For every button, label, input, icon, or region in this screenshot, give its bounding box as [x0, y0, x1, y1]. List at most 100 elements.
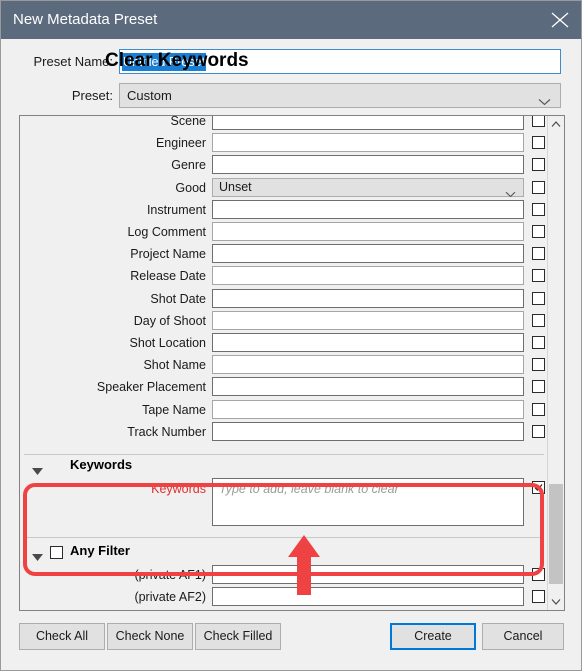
field-checkbox-good[interactable] [532, 180, 545, 194]
field-row-shot-name: Shot Name [20, 354, 548, 376]
metadata-field-list: Scene Engineer Genre Good Unset Instrument Log… [19, 115, 565, 611]
field-input-day-of-shoot[interactable] [212, 310, 524, 330]
check-all-button[interactable]: Check All [19, 623, 105, 650]
preset-row: Preset: Custom [1, 83, 581, 109]
any-filter-group-checkbox[interactable] [50, 546, 63, 559]
field-row-speaker-placement: Speaker Placement [20, 376, 548, 398]
field-row-project-name: Project Name [20, 243, 548, 265]
create-button[interactable]: Create [390, 623, 476, 650]
field-label-private-af1: (private AF1) [134, 568, 206, 582]
field-label-scene: Scene [170, 115, 206, 128]
field-input-project-name[interactable] [212, 244, 524, 264]
field-input-log-comment[interactable] [212, 222, 524, 241]
field-checkbox-day-of-shoot[interactable] [532, 313, 545, 327]
field-checkbox-shot-date[interactable] [532, 291, 545, 305]
field-checkbox-project-name[interactable] [532, 247, 545, 261]
field-row-engineer: Engineer [20, 132, 548, 154]
field-label-speaker-placement: Speaker Placement [96, 380, 206, 395]
check-none-button[interactable]: Check None [107, 623, 193, 650]
close-button[interactable] [537, 1, 581, 39]
field-row-tape-name: Tape Name [20, 399, 548, 421]
scroll-down-button[interactable] [548, 593, 564, 610]
field-checkbox-engineer[interactable] [532, 136, 545, 150]
field-label-release-date: Release Date [130, 269, 206, 284]
field-label-day-of-shoot: Day of Shoot [133, 313, 206, 328]
preset-dropdown[interactable]: Custom [119, 83, 561, 108]
scroll-up-button[interactable] [548, 116, 564, 133]
field-input-shot-name[interactable] [212, 355, 524, 375]
field-checkbox-shot-location[interactable] [532, 336, 545, 349]
field-row-track-number: Track Number [20, 421, 548, 443]
preset-name-row: Preset Name: Untitled Preset Clear Keywo… [1, 49, 581, 75]
field-checkbox-log-comment[interactable] [532, 225, 545, 238]
field-row-genre: Genre [20, 154, 548, 176]
field-row-shot-date: Shot Date [20, 288, 548, 310]
field-label-shot-name: Shot Name [143, 358, 206, 373]
annotation-clear-keywords-text: Clear Keywords [105, 50, 249, 71]
field-input-speaker-placement[interactable] [212, 377, 524, 397]
field-label-log-comment: Log Comment [127, 225, 206, 239]
field-checkbox-scene[interactable] [532, 116, 545, 127]
field-row-release-date: Release Date [20, 265, 548, 287]
field-row-private-af1: (private AF1) [20, 564, 548, 586]
keywords-field-checkbox[interactable] [532, 481, 545, 494]
field-label-instrument: Instrument [146, 202, 206, 217]
field-checkbox-instrument[interactable] [532, 202, 545, 216]
field-checkbox-track-number[interactable] [532, 424, 545, 438]
field-dropdown-good[interactable]: Unset [212, 177, 524, 197]
field-checkbox-release-date[interactable] [532, 269, 545, 283]
field-input-private-af1[interactable] [212, 565, 524, 584]
field-list-scrollbar[interactable] [547, 116, 564, 610]
field-row-private-af2: (private AF2) [20, 586, 548, 608]
triangle-down-icon[interactable] [32, 463, 43, 481]
field-input-private-af2[interactable] [212, 587, 524, 607]
field-checkbox-private-af1[interactable] [532, 568, 545, 581]
field-input-shot-date[interactable] [212, 288, 524, 308]
field-checkbox-private-af2[interactable] [532, 590, 545, 604]
field-row-day-of-shoot: Day of Shoot [20, 310, 548, 332]
field-input-instrument[interactable] [212, 199, 524, 219]
field-row-log-comment: Log Comment [20, 221, 548, 243]
field-row-good: Good Unset [20, 177, 548, 199]
keywords-field-label: Keywords [151, 482, 206, 496]
field-row-shot-location: Shot Location [20, 332, 548, 354]
keywords-placeholder: Type to add, leave blank to clear [219, 482, 399, 496]
any-filter-group: Any Filter (private AF1) (private AF2) [20, 540, 548, 610]
field-input-scene[interactable] [212, 116, 524, 130]
field-input-engineer[interactable] [212, 133, 524, 153]
field-row-scene: Scene [20, 115, 548, 132]
field-label-good: Good [175, 180, 206, 195]
dialog-button-bar: Check All Check None Check Filled Create… [1, 623, 581, 655]
field-input-tape-name[interactable] [212, 399, 524, 419]
window-title: New Metadata Preset [13, 11, 158, 28]
group-separator [24, 537, 544, 538]
preset-name-label: Preset Name: [33, 54, 113, 69]
scroll-thumb[interactable] [549, 484, 563, 584]
field-label-project-name: Project Name [130, 247, 206, 262]
new-metadata-preset-dialog: New Metadata Preset Preset Name: Untitle… [0, 0, 582, 671]
field-list-inner: Scene Engineer Genre Good Unset Instrument Log… [20, 116, 548, 610]
preset-label: Preset: [71, 88, 113, 103]
title-bar: New Metadata Preset [1, 1, 581, 39]
keywords-textarea[interactable]: Type to add, leave blank to clear [212, 478, 524, 526]
field-input-shot-location[interactable] [212, 333, 524, 352]
field-label-genre: Genre [171, 158, 206, 173]
chevron-down-icon [538, 93, 551, 111]
preset-dropdown-value: Custom [127, 88, 172, 103]
field-row-instrument: Instrument [20, 199, 548, 221]
field-label-private-af2: (private AF2) [134, 590, 206, 605]
any-filter-group-title: Any Filter [70, 543, 130, 558]
field-checkbox-speaker-placement[interactable] [532, 380, 545, 394]
field-value-good: Unset [219, 179, 252, 194]
field-checkbox-genre[interactable] [532, 158, 545, 172]
field-label-tape-name: Tape Name [142, 402, 206, 417]
check-filled-button[interactable]: Check Filled [195, 623, 281, 650]
field-checkbox-tape-name[interactable] [532, 402, 545, 416]
field-input-track-number[interactable] [212, 421, 524, 441]
field-checkbox-shot-name[interactable] [532, 358, 545, 372]
cancel-button[interactable]: Cancel [482, 623, 564, 650]
field-label-track-number: Track Number [127, 424, 206, 439]
field-input-release-date[interactable] [212, 266, 524, 286]
field-input-genre[interactable] [212, 155, 524, 175]
group-separator [24, 454, 544, 455]
